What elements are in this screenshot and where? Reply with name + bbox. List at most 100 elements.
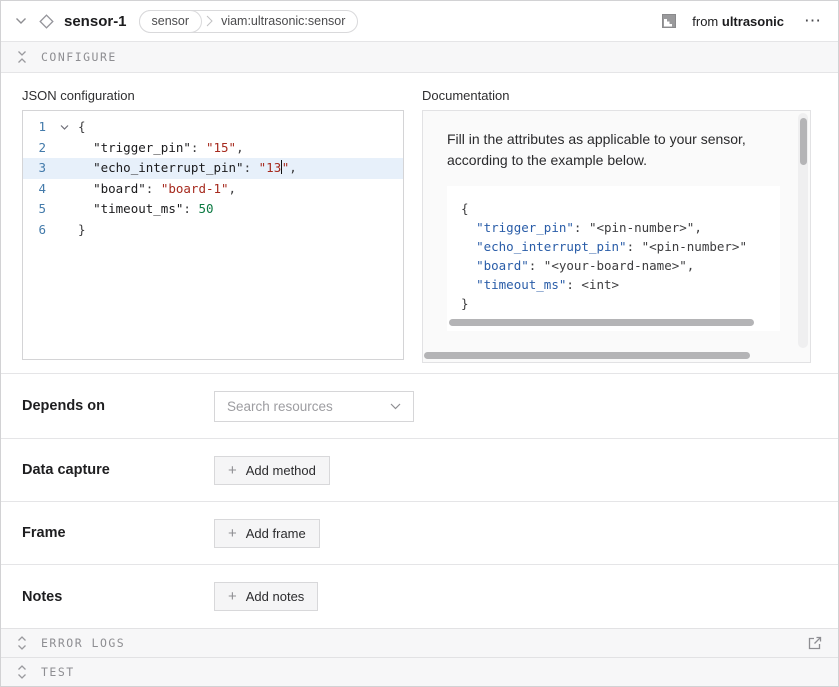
editor-line[interactable]: 5 "timeout_ms": 50 [23,199,403,220]
configure-label: CONFIGURE [41,50,117,64]
breadcrumb: sensor viam:ultrasonic:sensor [139,10,359,33]
add-frame-button[interactable]: + Add frame [214,519,320,548]
chevron-down-icon [390,397,401,415]
component-header: sensor-1 sensor viam:ultrasonic:sensor f… [1,1,838,42]
editor-line[interactable]: 1{ [23,117,403,138]
module-icon [660,12,678,30]
code-token-punc: , [289,160,297,175]
code-token-key: "echo_interrupt_pin" [93,160,244,175]
component-type-chip: sensor [139,10,203,33]
frame-row: Frame + Add frame [1,501,838,564]
collapse-chevron-icon[interactable] [13,15,29,27]
code-token-plain [461,277,476,292]
code-token-punc [78,181,93,196]
from-module-name: ultrasonic [722,14,784,29]
json-editor[interactable]: 1{2 "trigger_pin": "15",3 "echo_interrup… [22,110,404,360]
code-token-punc: , [229,181,237,196]
documentation-panel: Fill in the attributes as applicable to … [422,110,811,363]
data-capture-label: Data capture [22,462,214,478]
line-number: 5 [23,199,50,220]
code-token-plain [461,239,476,254]
open-in-new-icon[interactable] [806,634,824,652]
editor-line[interactable]: 3 "echo_interrupt_pin": "13", [23,158,403,179]
line-number: 1 [23,117,50,138]
add-notes-button[interactable]: + Add notes [214,582,318,611]
error-logs-section-header[interactable]: ERROR LOGS [1,628,838,657]
code-token-str: "15" [206,140,236,155]
configure-section-body: JSON configuration 1{2 "trigger_pin": "1… [1,73,838,374]
fold-chevron-icon[interactable] [50,117,78,138]
test-section-header[interactable]: TEST [1,657,838,686]
fold-gutter [50,179,78,200]
add-method-button[interactable]: + Add method [214,456,330,485]
error-logs-label: ERROR LOGS [41,636,125,650]
scrollbar-thumb[interactable] [800,118,807,165]
line-number: 2 [23,138,50,159]
code-token-plain: : "<pin-number>", [574,220,702,235]
doc-code-line: "board": "<your-board-name>", [461,256,780,275]
more-menu-button[interactable]: ⋯ [802,11,824,31]
editor-line-code: "echo_interrupt_pin": "13", [78,158,297,179]
code-token-punc: : [183,201,198,216]
editor-line[interactable]: 6} [23,220,403,241]
chevron-right-icon [206,15,213,27]
code-token-plain [461,220,476,235]
editor-line[interactable]: 2 "trigger_pin": "15", [23,138,403,159]
collapse-vertical-icon [15,48,29,66]
test-label: TEST [41,665,75,679]
code-token-plain: : "<pin-number>" [627,239,747,254]
code-token-plain: : <int> [566,277,619,292]
documentation-intro: Fill in the attributes as applicable to … [447,129,780,171]
code-token-key: "trigger_pin" [93,140,191,155]
plus-icon: + [228,526,237,541]
code-token-str: "board-1" [161,181,229,196]
configure-section-header[interactable]: CONFIGURE [1,42,838,73]
plus-icon: + [228,463,237,478]
add-method-label: Add method [246,463,316,478]
code-token-key: "echo_interrupt_pin" [476,239,627,254]
code-token-key: "timeout_ms" [476,277,566,292]
code-token-punc: : [244,160,259,175]
doc-code-line: "echo_interrupt_pin": "<pin-number>" [461,237,780,256]
depends-on-label: Depends on [22,398,214,414]
code-token-key: "timeout_ms" [93,201,183,216]
code-token-punc: } [78,222,86,237]
from-prefix: from [692,14,718,29]
data-capture-row: Data capture + Add method [1,438,838,501]
doc-code-line: "timeout_ms": <int> [461,275,780,294]
code-token-plain: : "<your-board-name>", [529,258,695,273]
editor-line-code: "trigger_pin": "15", [78,138,244,159]
code-token-punc [78,160,93,175]
code-token-plain: { [461,201,469,216]
line-number: 3 [23,158,50,179]
code-token-punc: , [236,140,244,155]
editor-line[interactable]: 4 "board": "board-1", [23,179,403,200]
depends-on-select[interactable]: Search resources [214,391,414,422]
code-token-punc: : [146,181,161,196]
doc-horizontal-scrollbar[interactable] [424,352,750,359]
json-config-label: JSON configuration [22,88,404,103]
code-token-plain [461,258,476,273]
component-card: sensor-1 sensor viam:ultrasonic:sensor f… [0,0,839,687]
line-number: 4 [23,179,50,200]
expand-vertical-icon [15,663,29,681]
code-token-key: "board" [93,181,146,196]
documentation-code-block: { "trigger_pin": "<pin-number>", "echo_i… [447,186,780,331]
doc-code-line: { [461,199,780,218]
code-horizontal-scrollbar[interactable] [449,319,754,326]
code-token-punc: : [191,140,206,155]
module-source-label: from ultrasonic [692,14,784,29]
component-model-chip: viam:ultrasonic:sensor [213,14,357,28]
doc-vertical-scrollbar[interactable] [798,113,808,348]
plus-icon: + [228,589,237,604]
code-token-punc [78,201,93,216]
notes-label: Notes [22,589,214,605]
code-token-str: "13 [259,160,282,175]
diamond-icon [37,12,56,31]
code-token-key: "board" [476,258,529,273]
code-token-plain: } [461,296,469,311]
code-token-num: 50 [198,201,213,216]
add-frame-label: Add frame [246,526,306,541]
code-token-punc: { [78,119,86,134]
fold-gutter [50,199,78,220]
